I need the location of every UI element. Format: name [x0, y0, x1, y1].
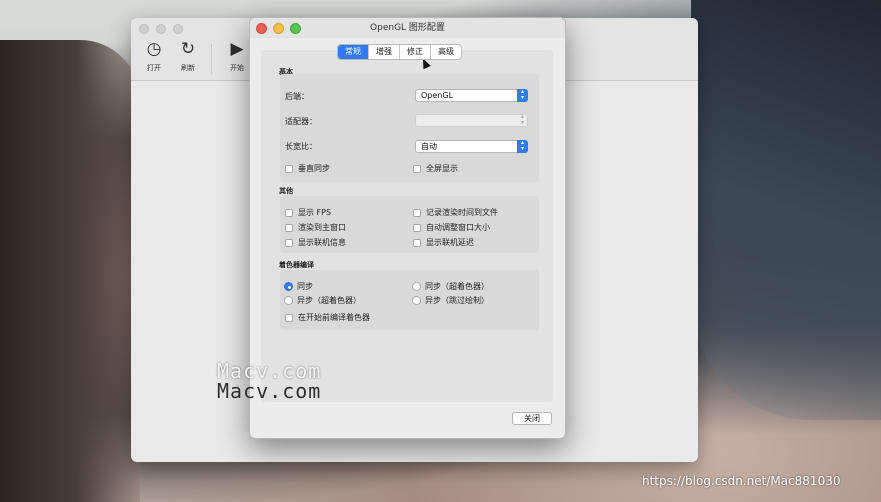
adapter-select[interactable]: ▴ ▾	[415, 114, 528, 127]
shader-async-uber-radio[interactable]: 异步（超着色器）	[284, 295, 361, 306]
dialog-title: OpenGL 图形配置	[370, 23, 445, 33]
backend-value: OpenGL	[421, 91, 454, 100]
desktop-wallpaper-left	[0, 40, 140, 502]
precompile-shaders-label: 在开始前编译着色器	[298, 313, 370, 322]
show-netplay-ping-label: 显示联机延迟	[426, 238, 474, 247]
checkbox-box	[413, 164, 421, 173]
shader-sync-uber-label: 同步（超着色器）	[425, 282, 489, 291]
shader-sync-uber-radio[interactable]: 同步（超着色器）	[412, 281, 489, 292]
shader-sync-label: 同步	[297, 282, 313, 291]
checkbox-box	[413, 238, 421, 247]
show-netplay-info-checkbox[interactable]: 显示联机信息	[285, 237, 346, 248]
checkbox-box	[285, 208, 293, 217]
auto-resize-label: 自动调整窗口大小	[426, 223, 490, 232]
aspect-value: 自动	[421, 142, 437, 151]
tab-advanced[interactable]: 高级	[430, 45, 461, 59]
shader-async-skip-label: 异步（跳过绘制）	[425, 296, 489, 305]
log-render-time-label: 记录渲染时间到文件	[426, 208, 498, 217]
show-netplay-ping-checkbox[interactable]: 显示联机延迟	[413, 237, 474, 248]
show-fps-checkbox[interactable]: 显示 FPS	[285, 207, 331, 218]
chevron-updown-icon: ▴ ▾	[517, 140, 528, 153]
render-to-main-checkbox[interactable]: 渲染到主窗口	[285, 222, 346, 233]
open-label: 打开	[147, 64, 161, 72]
section-title-other: 其他	[279, 187, 293, 195]
show-netplay-info-label: 显示联机信息	[298, 238, 346, 247]
tab-general[interactable]: 常规	[338, 45, 368, 59]
fullscreen-checkbox[interactable]: 全屏显示	[413, 163, 458, 174]
shader-sync-radio[interactable]: 同步	[284, 281, 313, 292]
refresh-label: 刷新	[181, 64, 195, 72]
main-window-controls	[139, 24, 183, 34]
tab-bar: 常规 增强 修正 高级	[337, 44, 462, 60]
vsync-checkbox[interactable]: 垂直同步	[285, 163, 330, 174]
main-minimize-button[interactable]	[156, 24, 166, 34]
play-icon: ▶	[230, 39, 244, 59]
watermark-bottom: Macv.com	[217, 379, 322, 403]
shader-async-uber-label: 异步（超着色器）	[297, 296, 361, 305]
dialog-close-dot[interactable]	[256, 23, 267, 34]
close-button[interactable]: 关闭	[512, 412, 552, 425]
dialog-zoom-dot[interactable]	[290, 23, 301, 34]
checkbox-box	[285, 313, 293, 322]
tab-enhancements[interactable]: 增强	[368, 45, 399, 59]
fullscreen-label: 全屏显示	[426, 164, 458, 173]
desktop-wallpaper-right	[691, 0, 881, 420]
checkbox-box	[285, 238, 293, 247]
main-zoom-button[interactable]	[173, 24, 183, 34]
refresh-icon: ↻	[180, 39, 196, 59]
log-render-time-checkbox[interactable]: 记录渲染时间到文件	[413, 207, 498, 218]
tab-hacks[interactable]: 修正	[399, 45, 430, 59]
adapter-label: 适配器：	[285, 117, 317, 126]
auto-resize-checkbox[interactable]: 自动调整窗口大小	[413, 222, 490, 233]
dialog-minimize-dot[interactable]	[273, 23, 284, 34]
radio-unselected	[412, 282, 421, 291]
dialog-titlebar: OpenGL 图形配置	[250, 18, 565, 38]
aspect-label: 长宽比：	[285, 142, 317, 151]
chevron-updown-icon: ▴ ▾	[517, 89, 528, 102]
radio-unselected	[284, 296, 293, 305]
render-to-main-label: 渲染到主窗口	[298, 223, 346, 232]
open-icon: ◷	[146, 39, 162, 59]
radio-selected	[284, 282, 293, 291]
chevron-updown-icon: ▴ ▾	[520, 113, 524, 126]
refresh-button[interactable]: ↻ 刷新	[171, 38, 205, 80]
checkbox-box	[285, 164, 293, 173]
open-button[interactable]: ◷ 打开	[137, 38, 171, 80]
section-title-shader: 着色器编译	[279, 261, 314, 269]
checkbox-box	[413, 208, 421, 217]
precompile-shaders-checkbox[interactable]: 在开始前编译着色器	[285, 312, 370, 323]
credit-url: https://blog.csdn.net/Mac881030	[642, 474, 841, 488]
toolbar-divider	[211, 44, 212, 74]
shader-async-skip-radio[interactable]: 异步（跳过绘制）	[412, 295, 489, 306]
checkbox-box	[285, 223, 293, 232]
dialog-window-controls	[256, 23, 301, 34]
backend-label: 后端：	[285, 92, 309, 101]
radio-unselected	[412, 296, 421, 305]
checkbox-box	[413, 223, 421, 232]
main-close-button[interactable]	[139, 24, 149, 34]
backend-select[interactable]: OpenGL ▴ ▾	[415, 89, 528, 102]
show-fps-label: 显示 FPS	[298, 208, 332, 217]
vsync-label: 垂直同步	[298, 164, 330, 173]
aspect-select[interactable]: 自动 ▴ ▾	[415, 140, 528, 153]
start-label: 开始	[230, 64, 244, 72]
